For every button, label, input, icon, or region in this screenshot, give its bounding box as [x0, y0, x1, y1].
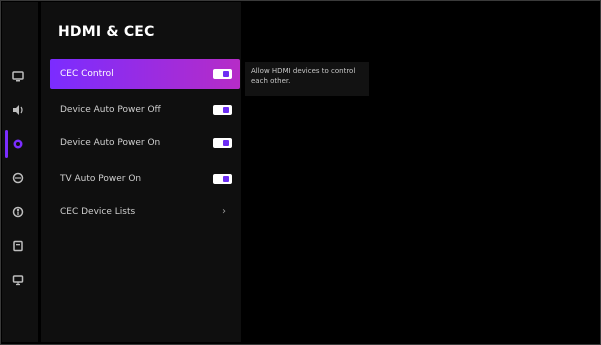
active-category-indicator: [5, 130, 8, 158]
menu-item-label: CEC Control: [60, 69, 114, 79]
device-auto-power-on-toggle[interactable]: [213, 138, 232, 148]
display-icon[interactable]: [11, 69, 25, 83]
page-title: HDMI & CEC: [58, 24, 155, 40]
settings-icon[interactable]: [11, 137, 25, 151]
menu-item-device-auto-power-off[interactable]: Device Auto Power Off: [50, 95, 240, 125]
device-auto-power-off-toggle[interactable]: [213, 105, 232, 115]
tv-auto-power-on-toggle[interactable]: [213, 174, 232, 184]
toggle-knob: [223, 71, 229, 77]
accessibility-icon[interactable]: [11, 205, 25, 219]
toggle-knob: [223, 176, 229, 182]
cec-control-toggle[interactable]: [213, 69, 232, 79]
toggle-knob: [223, 107, 229, 113]
menu-item-label: Device Auto Power On: [60, 138, 161, 148]
toggle-knob: [223, 140, 229, 146]
storage-icon[interactable]: [11, 239, 25, 253]
settings-category-rail: [2, 2, 38, 342]
item-description: Allow HDMI devices to control each other…: [245, 62, 369, 96]
chevron-right-icon: ›: [222, 206, 226, 217]
support-icon[interactable]: [11, 273, 25, 287]
menu-item-cec-device-lists[interactable]: CEC Device Lists ›: [50, 197, 240, 227]
menu-item-label: CEC Device Lists: [60, 207, 136, 217]
menu-item-label: TV Auto Power On: [60, 174, 142, 184]
menu-item-cec-control[interactable]: CEC Control: [50, 59, 240, 89]
menu-item-device-auto-power-on[interactable]: Device Auto Power On: [50, 128, 240, 158]
menu-item-tv-auto-power-on[interactable]: TV Auto Power On: [50, 164, 240, 194]
menu-item-label: Device Auto Power Off: [60, 105, 161, 115]
network-icon[interactable]: [11, 171, 25, 185]
sound-icon[interactable]: [11, 103, 25, 117]
